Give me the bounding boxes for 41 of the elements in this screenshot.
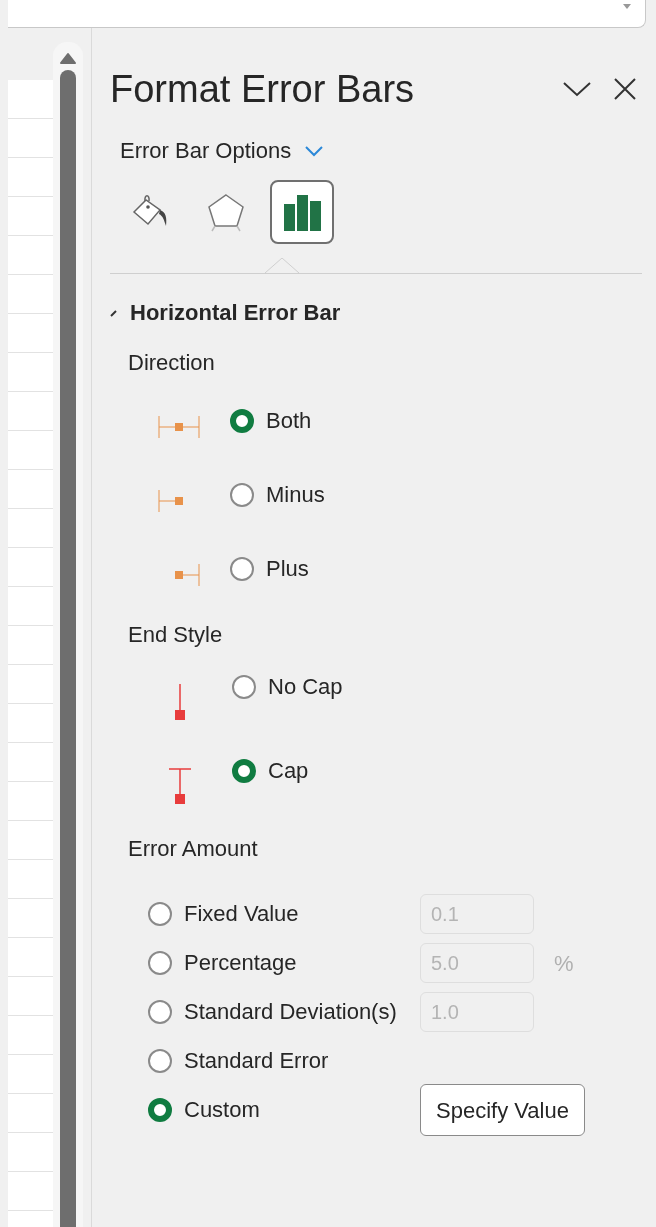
- radio-label[interactable]: Standard Error: [184, 1046, 329, 1076]
- radio-label[interactable]: Cap: [268, 756, 309, 786]
- radio-label[interactable]: Custom: [184, 1095, 260, 1125]
- radio-button[interactable]: [232, 759, 256, 783]
- section-title[interactable]: Horizontal Error Bar: [130, 298, 341, 328]
- radio-label[interactable]: Minus: [266, 480, 325, 510]
- error-amount-label: Error Amount: [128, 835, 259, 863]
- minus-direction-icon: [158, 490, 183, 512]
- radio-label[interactable]: No Cap: [268, 672, 343, 702]
- cap-icon: [168, 768, 192, 804]
- radio-label[interactable]: Standard Deviation(s): [184, 997, 397, 1027]
- chevron-down-icon: [305, 145, 324, 157]
- radio-button[interactable]: [230, 557, 254, 581]
- pane-title: Format Error Bars: [110, 67, 416, 112]
- radio-button[interactable]: [148, 1049, 172, 1073]
- direction-label: Direction: [128, 349, 216, 377]
- radio-label[interactable]: Fixed Value: [184, 899, 299, 929]
- close-icon[interactable]: [614, 78, 636, 100]
- radio-label[interactable]: Both: [266, 406, 312, 436]
- bar-chart-icon: [282, 192, 322, 232]
- radio-button[interactable]: [148, 951, 172, 975]
- caret-icon: [623, 4, 631, 9]
- radio-button[interactable]: [148, 1098, 172, 1122]
- radio-label[interactable]: Plus: [266, 554, 309, 584]
- plus-direction-icon: [175, 564, 200, 586]
- radio-button[interactable]: [232, 675, 256, 699]
- scroll-up-icon[interactable]: [59, 52, 77, 64]
- radio-button[interactable]: [230, 483, 254, 507]
- both-direction-icon: [158, 416, 200, 438]
- unit-label: %: [554, 949, 574, 978]
- radio-button[interactable]: [230, 409, 254, 433]
- pane-tab[interactable]: [270, 180, 334, 244]
- pentagon-icon: [206, 192, 246, 232]
- specify-value-button[interactable]: Specify Value: [420, 1084, 585, 1136]
- options-dropdown[interactable]: Error Bar Options: [120, 136, 324, 166]
- radio-button[interactable]: [148, 902, 172, 926]
- end-style-label: End Style: [128, 621, 224, 649]
- radio-label[interactable]: Percentage: [184, 948, 297, 978]
- chevron-down-icon[interactable]: [562, 80, 592, 98]
- radio-button[interactable]: [148, 1000, 172, 1024]
- collapse-icon[interactable]: [110, 309, 118, 317]
